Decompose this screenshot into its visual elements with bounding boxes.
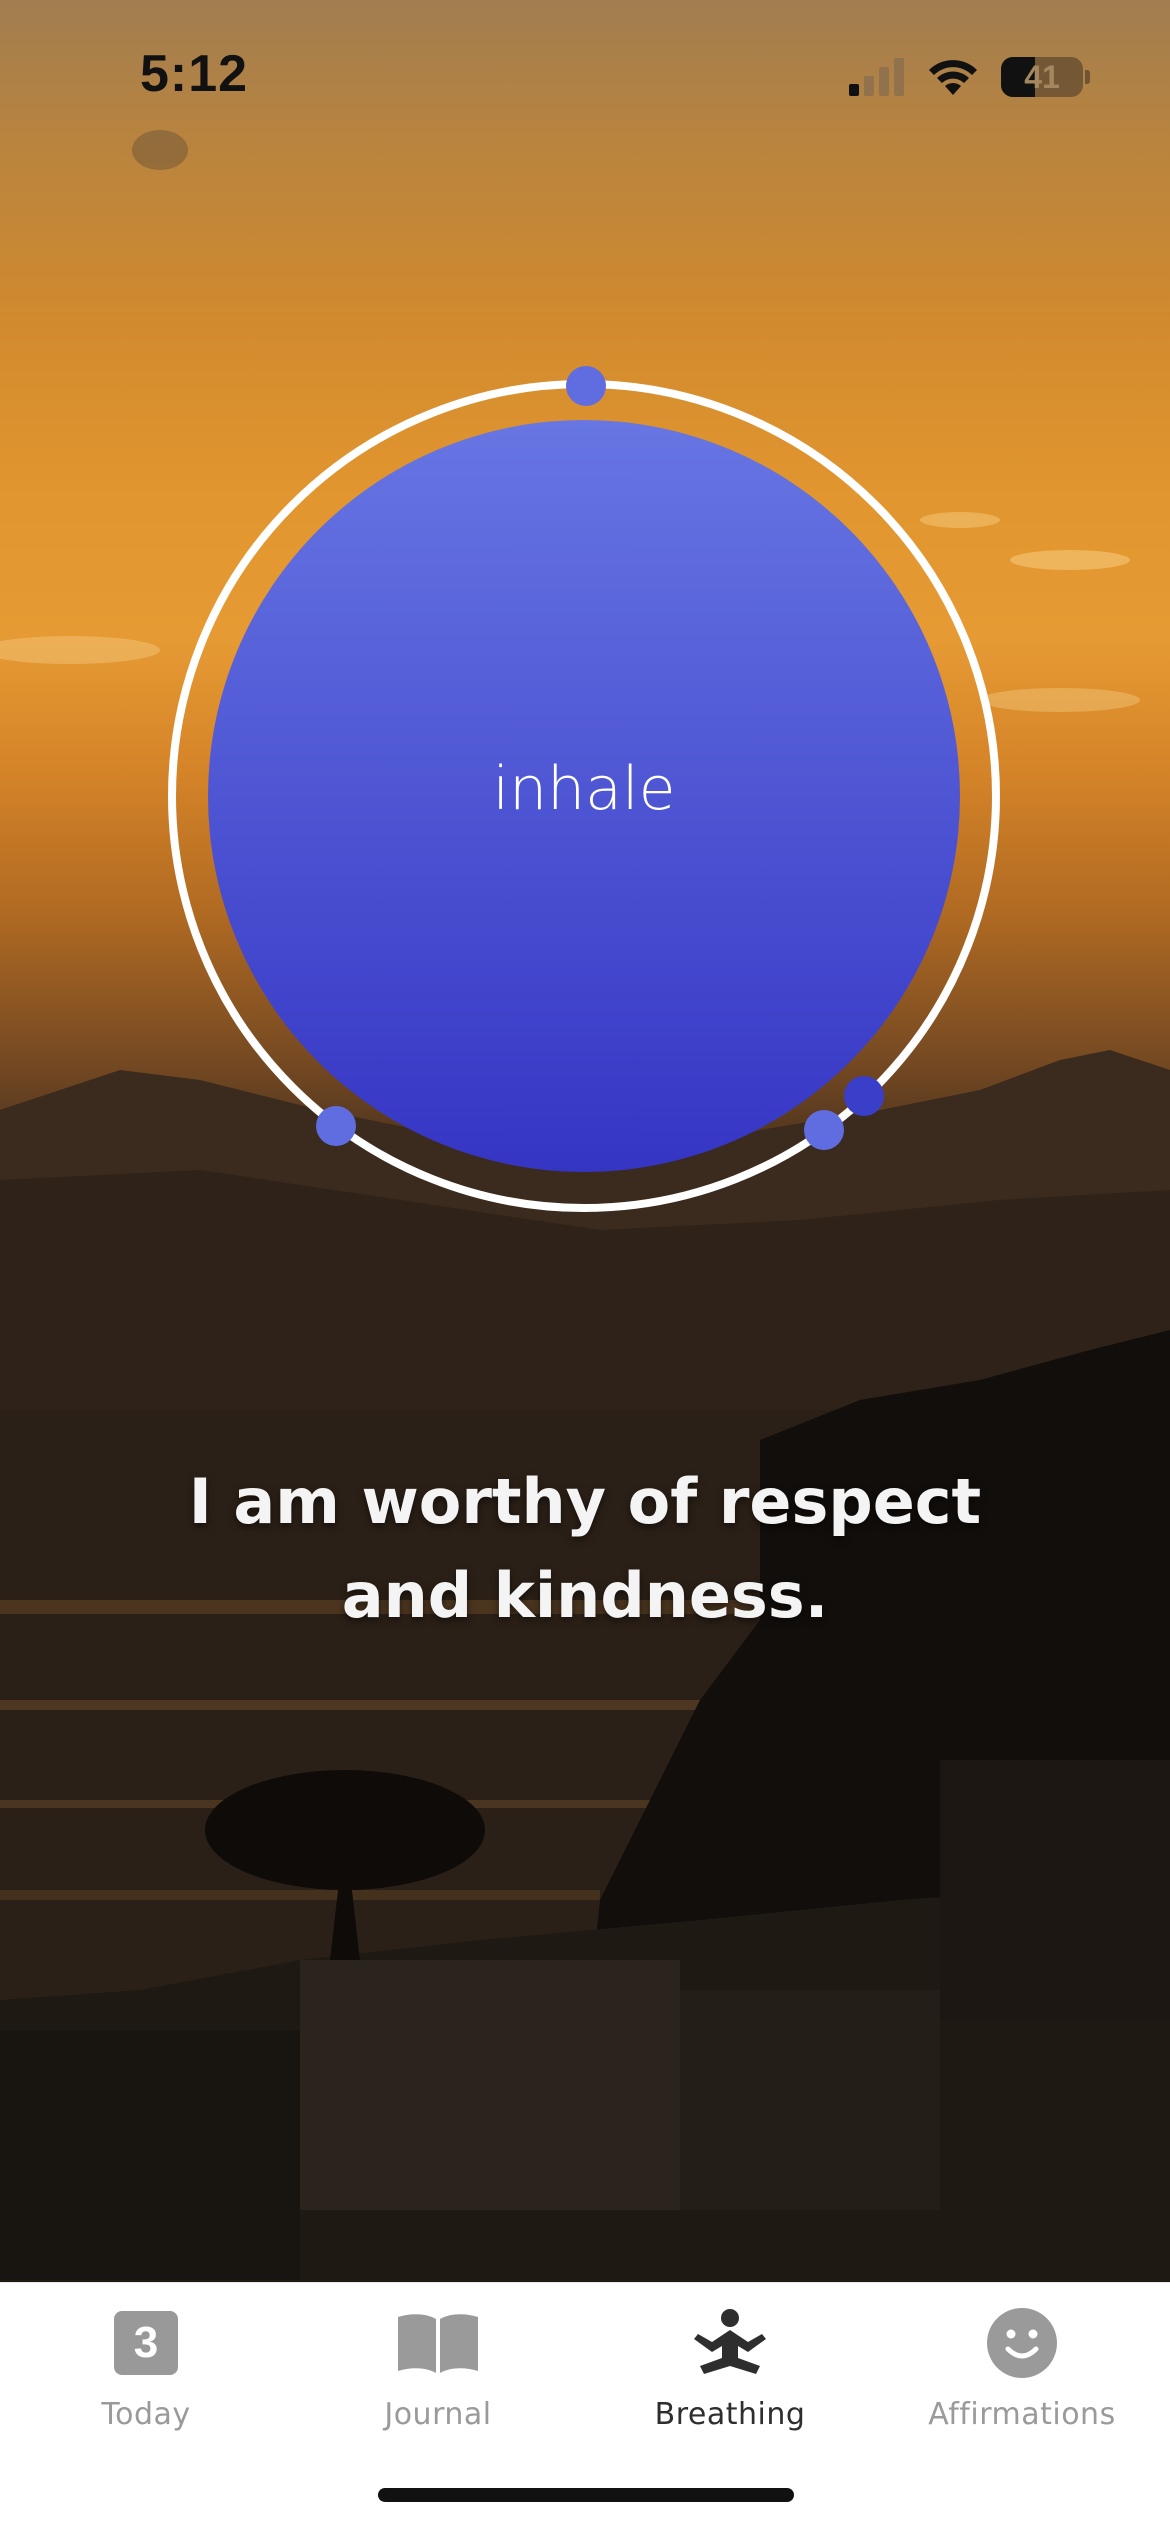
battery-body: 41 [1001,57,1083,97]
tab-breathing[interactable]: Breathing [584,2303,876,2443]
breathing-phase-label: inhale [492,754,676,824]
tab-journal[interactable]: Journal [292,2303,584,2443]
status-bar: 5:12 41 [0,0,1170,150]
meditation-pose-icon [685,2303,775,2383]
wifi-icon [929,60,977,95]
today-badge: 3 [114,2311,178,2375]
ring-marker-left [316,1106,356,1146]
tab-journal-label: Journal [384,2397,492,2432]
tab-affirmations-label: Affirmations [928,2397,1116,2432]
affirmation-line-1: I am worthy of respect [188,1465,982,1538]
status-time: 5:12 [140,45,249,103]
breathing-bubble[interactable]: inhale [208,420,960,1172]
home-indicator[interactable] [378,2488,794,2502]
open-book-icon [393,2303,483,2383]
cellular-signal-icon [849,58,904,96]
breathing-circle[interactable]: inhale [168,366,1000,1212]
ring-marker-right [804,1110,844,1150]
battery-icon: 41 [1001,57,1090,97]
battery-tip [1085,70,1090,84]
calendar-badge-icon: 3 [101,2303,191,2383]
tab-affirmations[interactable]: Affirmations [876,2303,1168,2443]
affirmation-text: I am worthy of respect and kindness. [100,1455,1070,1643]
ring-marker-top [566,366,606,406]
breathing-screen: 5:12 41 inhale I am worthy of respect an… [0,0,1170,2532]
affirmation-line-2: and kindness. [341,1559,829,1632]
tab-today[interactable]: 3 Today [0,2303,292,2443]
tab-today-label: Today [101,2397,191,2432]
battery-level: 41 [1024,58,1060,95]
status-icons: 41 [849,52,1090,102]
tab-breathing-label: Breathing [654,2397,806,2432]
ring-marker-progress [844,1076,884,1116]
smiley-face-icon [977,2303,1067,2383]
